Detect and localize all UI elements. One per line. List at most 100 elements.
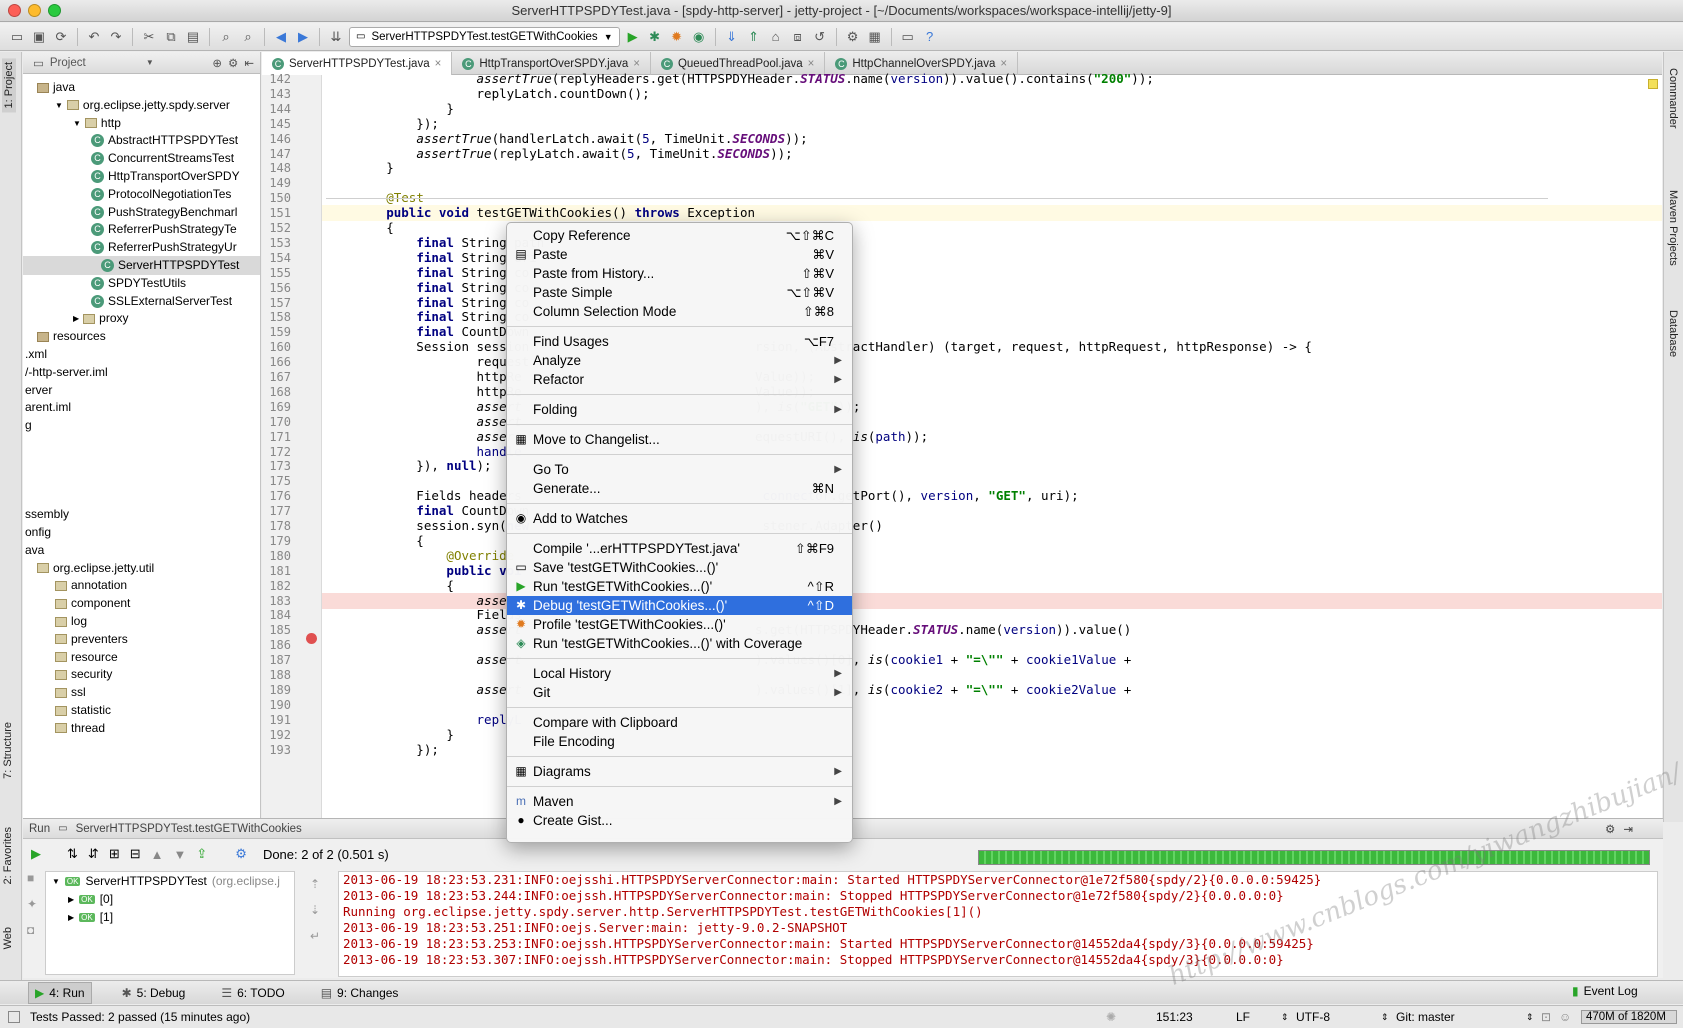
code-line[interactable]: }); <box>326 742 439 758</box>
context-menu-item[interactable]: ▭ Save 'testGETWithCookies...()' <box>507 558 852 577</box>
project-tree-node[interactable]: C SSLExternalServerTest <box>91 292 232 311</box>
code-line[interactable]: final String co <box>326 280 529 296</box>
code-line[interactable]: replyL <box>326 712 522 728</box>
context-menu-item[interactable]: Copy Reference ⌥⇧⌘C <box>507 226 852 245</box>
gear-icon[interactable]: ⚙ <box>235 846 247 862</box>
status-toggle-icon[interactable] <box>8 1011 20 1023</box>
code-line[interactable]: final String co <box>326 295 529 311</box>
paste-icon[interactable]: ▤ <box>184 28 202 46</box>
chevron-down-icon[interactable]: ▼ <box>73 114 81 133</box>
code-line[interactable]: { <box>326 578 454 594</box>
bottom-tool-tab[interactable]: ☰ 6: TODO <box>215 982 290 1004</box>
chevron-down-icon[interactable]: ▼ <box>52 877 60 886</box>
code-line[interactable]: }), null); <box>326 458 491 474</box>
lock-icon[interactable]: ⊡ <box>1541 1010 1559 1024</box>
pin-icon[interactable]: ✦ <box>27 897 43 911</box>
undo-icon[interactable]: ↶ <box>85 28 103 46</box>
sort-alpha-icon[interactable]: ⇵ <box>88 846 99 862</box>
context-menu-item[interactable]: Compare with Clipboard <box>507 713 852 732</box>
project-tree-node[interactable]: C ReferrerPushStrategyUr <box>91 238 237 257</box>
copy-icon[interactable]: ⧉ <box>162 28 180 46</box>
line-separator[interactable]: LF <box>1236 1010 1281 1024</box>
find-icon[interactable]: ⌕ <box>217 28 235 46</box>
structure-tool-tab[interactable]: 7: Structure <box>2 722 14 779</box>
project-tree-node[interactable]: arent.iml <box>25 398 71 417</box>
close-tab-icon[interactable]: × <box>435 58 442 70</box>
context-menu-item[interactable]: Generate... ⌘N <box>507 479 852 498</box>
file-encoding[interactable]: UTF-8 <box>1296 1010 1381 1024</box>
project-tree-node[interactable]: security <box>55 665 112 684</box>
stop-icon[interactable]: ■ <box>27 871 43 885</box>
gear-icon[interactable]: ⚙ <box>1605 822 1615 836</box>
project-tree-node[interactable]: C ProtocolNegotiationTes <box>91 185 231 204</box>
project-tree-node[interactable]: java <box>37 78 75 97</box>
forward-icon[interactable]: ▶ <box>294 28 312 46</box>
sort-icon[interactable]: ⇅ <box>67 846 78 862</box>
collapse-all-icon[interactable]: ⊟ <box>130 846 141 862</box>
context-menu-item[interactable]: Git ▶ <box>507 683 852 702</box>
context-menu-item[interactable]: Folding ▶ <box>507 400 852 419</box>
code-line[interactable]: request <box>326 354 530 370</box>
export-icon[interactable]: ⇪ <box>196 846 207 862</box>
revert-icon[interactable]: ↺ <box>811 28 829 46</box>
context-menu-item[interactable]: ▦ Diagrams ▶ <box>507 762 852 781</box>
console-output[interactable]: 2013-06-19 18:23:53.231:INFO:oejsshi.HTT… <box>338 871 1658 977</box>
context-menu-item[interactable]: Local History ▶ <box>507 664 852 683</box>
project-tree-node[interactable]: ▶ proxy <box>73 309 129 328</box>
event-log-tab[interactable]: ▮ Event Log <box>1572 984 1638 998</box>
save-all-icon[interactable]: ▣ <box>30 28 48 46</box>
code-line[interactable]: } <box>326 101 454 117</box>
code-line[interactable]: @Override <box>326 548 514 564</box>
redo-icon[interactable]: ↷ <box>107 28 125 46</box>
context-menu-item[interactable]: Paste Simple ⌥⇧⌘V <box>507 283 852 302</box>
help-icon[interactable]: ? <box>921 28 939 46</box>
project-tree-node[interactable]: component <box>55 594 130 613</box>
project-tree-node[interactable]: ssl <box>55 683 86 702</box>
context-menu-item[interactable]: ✹ Profile 'testGETWithCookies...()' <box>507 615 852 634</box>
memory-indicator[interactable]: 470M of 1820M <box>1581 1010 1677 1024</box>
code-line[interactable]: final String co <box>326 265 529 281</box>
profile-icon[interactable]: ◉ <box>690 28 708 46</box>
bottom-tool-tab[interactable]: ✱ 5: Debug <box>116 982 192 1004</box>
code-line[interactable]: final CountDown <box>326 503 529 519</box>
code-line[interactable]: }); <box>326 116 439 132</box>
project-tool-tab[interactable]: 1: Project <box>2 58 16 113</box>
context-menu-item[interactable]: Analyze ▶ <box>507 351 852 370</box>
zoom-window-button[interactable] <box>48 4 61 17</box>
inspection-marker-icon[interactable] <box>1648 79 1658 89</box>
context-menu-item[interactable]: Compile '...erHTTPSPDYTest.java' ⇧⌘F9 <box>507 539 852 558</box>
code-line[interactable]: { <box>326 533 424 549</box>
project-tree-node[interactable]: C ServerHTTPSPDYTest <box>23 256 260 275</box>
sync-icon[interactable]: ⟳ <box>52 28 70 46</box>
code-line[interactable]: replyLatch.countDown(); <box>326 86 650 102</box>
up-icon[interactable]: ⇡ <box>310 877 320 891</box>
favorites-tool-tab[interactable]: 2: Favorites <box>2 827 14 884</box>
code-line[interactable]: { <box>326 220 394 236</box>
project-tree-node[interactable]: C ConcurrentStreamsTest <box>91 149 234 168</box>
wrap-icon[interactable]: ↵ <box>310 929 320 943</box>
project-tree-node[interactable]: log <box>55 612 87 631</box>
context-menu-item[interactable]: Paste from History... ⇧⌘V <box>507 264 852 283</box>
project-tree-node[interactable]: /-http-server.iml <box>25 363 108 382</box>
project-tree-node[interactable]: statistic <box>55 701 111 720</box>
close-tab-icon[interactable]: × <box>808 58 815 70</box>
project-tree-node[interactable]: onfig <box>25 523 51 542</box>
project-tree-node[interactable]: C SPDYTestUtils <box>91 274 186 293</box>
project-tree-node[interactable]: resources <box>37 327 106 346</box>
code-line[interactable]: Fields <box>326 607 522 623</box>
down-icon[interactable]: ⇣ <box>310 903 320 917</box>
code-line[interactable]: public voi <box>326 563 521 579</box>
tasks-icon[interactable]: ▭ <box>899 28 917 46</box>
inspector-icon[interactable]: ☺ <box>1559 1010 1581 1024</box>
context-menu-item[interactable]: Find Usages ⌥F7 <box>507 332 852 351</box>
prev-icon[interactable]: ▲ <box>151 847 164 862</box>
gear-icon[interactable]: ⚙ <box>228 56 238 70</box>
camera-icon[interactable]: ◘ <box>27 923 43 937</box>
chevron-down-icon[interactable]: ▼ <box>146 58 154 67</box>
run-icon[interactable]: ▶ <box>624 28 642 46</box>
replace-icon[interactable]: ⌕ <box>239 28 257 46</box>
debug-icon[interactable]: ✱ <box>646 28 664 46</box>
commander-tool-tab[interactable]: Commander <box>1667 68 1679 129</box>
breakpoint-icon[interactable] <box>306 633 317 644</box>
code-line[interactable]: final CountDown <box>326 324 529 340</box>
